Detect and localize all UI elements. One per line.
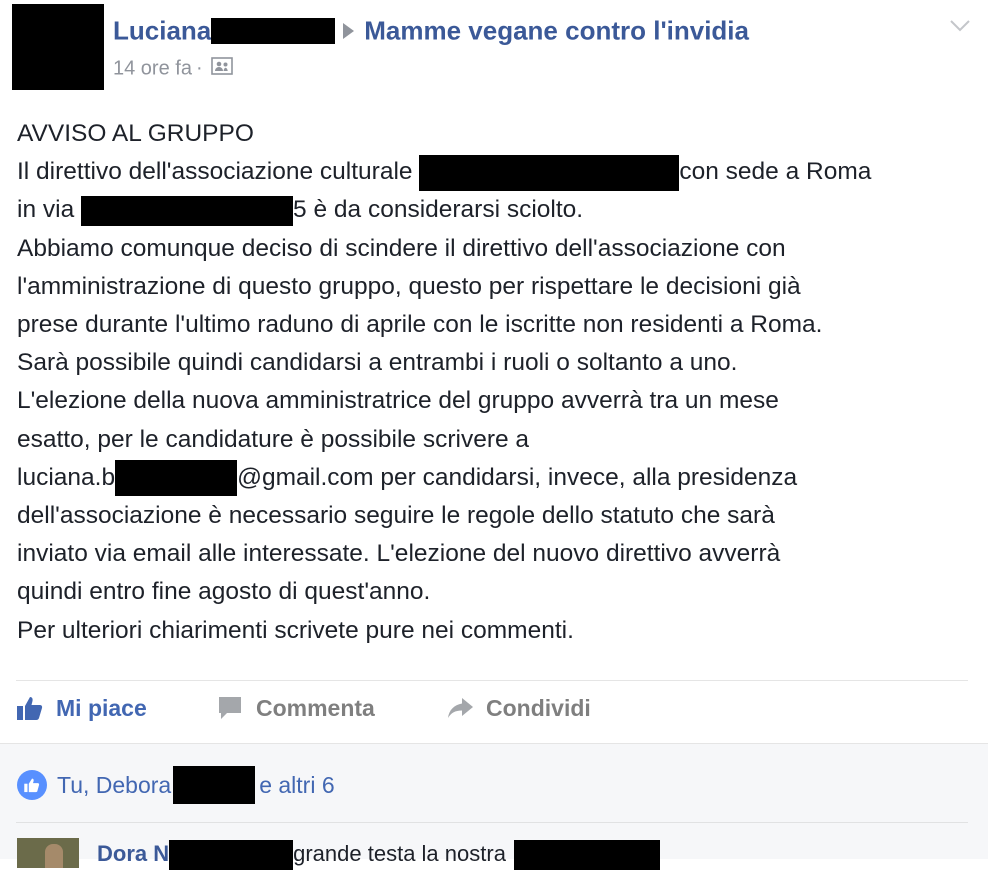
post-text: in via [17,196,82,224]
post-line: Abbiamo comunque deciso di scindere il d… [17,234,786,262]
like-badge-icon [17,770,47,800]
comment: Dora N grande testa la nostra [97,840,660,870]
like-button[interactable]: Mi piace [16,694,147,722]
post-meta: 14 ore fa · [113,57,233,81]
comment-label: Commenta [256,694,375,721]
post-text: @gmail.com per candidarsi, invece, alla … [237,463,798,491]
group-name-link[interactable]: Mamme vegane contro l'invidia [364,16,749,46]
post-text: 5 è da considerarsi sciolto. [293,196,584,224]
post-line: inviato via email alle interessate. L'el… [17,540,781,568]
post-line: quindi entro fine agosto di quest'anno. [17,578,431,606]
share-button[interactable]: Condividi [446,694,591,722]
author-avatar-redacted[interactable] [12,4,104,90]
post-line: AVVISO AL GRUPPO [17,120,254,147]
author-name[interactable]: Luciana [113,16,211,46]
post-line: prese durante l'ultimo raduno di aprile … [17,311,823,339]
like-label: Mi piace [56,694,147,721]
post-line: esatto, per le candidature è possibile s… [17,425,530,453]
comment-icon [219,697,241,719]
divider [16,680,968,681]
divider [16,822,968,823]
share-arrow-icon [448,698,473,718]
redaction-bar [513,840,660,870]
share-label: Condividi [486,694,591,721]
post-text: luciana.b [17,463,116,491]
post-line: in via 5 è da considerarsi sciolto. [17,191,982,229]
redaction-bar [169,840,294,870]
reactions-summary[interactable]: Tu, Debora e altri 6 [17,766,335,804]
thumbs-up-icon [17,697,43,720]
post-line: dell'associazione è necessario seguire l… [17,502,775,530]
post-text: con sede a Roma [679,158,872,186]
comment-text: grande testa la nostra [293,840,506,866]
meta-separator: · [195,57,203,80]
post-line: luciana.b @gmail.com per candidarsi, inve… [17,459,982,497]
post-line: Sarà possibile quindi candidarsi a entra… [17,349,738,377]
redaction-bar [419,154,680,191]
post-timestamp[interactable]: 14 ore fa [113,57,192,79]
post-line: l'amministrazione di questo gruppo, ques… [17,272,801,300]
commenter-name[interactable]: Dora N [97,841,169,866]
post-body: AVVISO AL GRUPPO Il direttivo dell'assoc… [17,115,982,650]
post-line: L'elezione della nuova amministratrice d… [17,387,779,415]
redaction-bar [115,460,238,497]
commenter-avatar[interactable] [17,838,79,868]
post-footer: Tu, Debora e altri 6 Dora N grande testa l… [0,743,988,870]
redaction-bar [211,18,336,45]
reactions-suffix: e altri 6 [259,771,335,798]
post-text: Il direttivo dell'associazione culturale [17,158,420,186]
reactions-prefix: Tu, Debora [57,771,172,798]
post-header: Luciana Mamme vegane contro l'invidia [113,14,749,47]
comment-button[interactable]: Commenta [216,694,375,722]
redaction-bar [81,195,294,226]
friends-icon[interactable] [210,57,233,81]
action-bar: Mi piace Commenta Condividi [16,694,976,730]
arrow-right-icon [343,23,355,40]
post-line: Per ulteriori chiarimenti scrivete pure … [17,616,574,644]
redaction-bar [173,766,256,804]
post-line: Il direttivo dell'associazione culturale… [17,153,982,191]
chevron-down-icon[interactable] [948,14,972,38]
